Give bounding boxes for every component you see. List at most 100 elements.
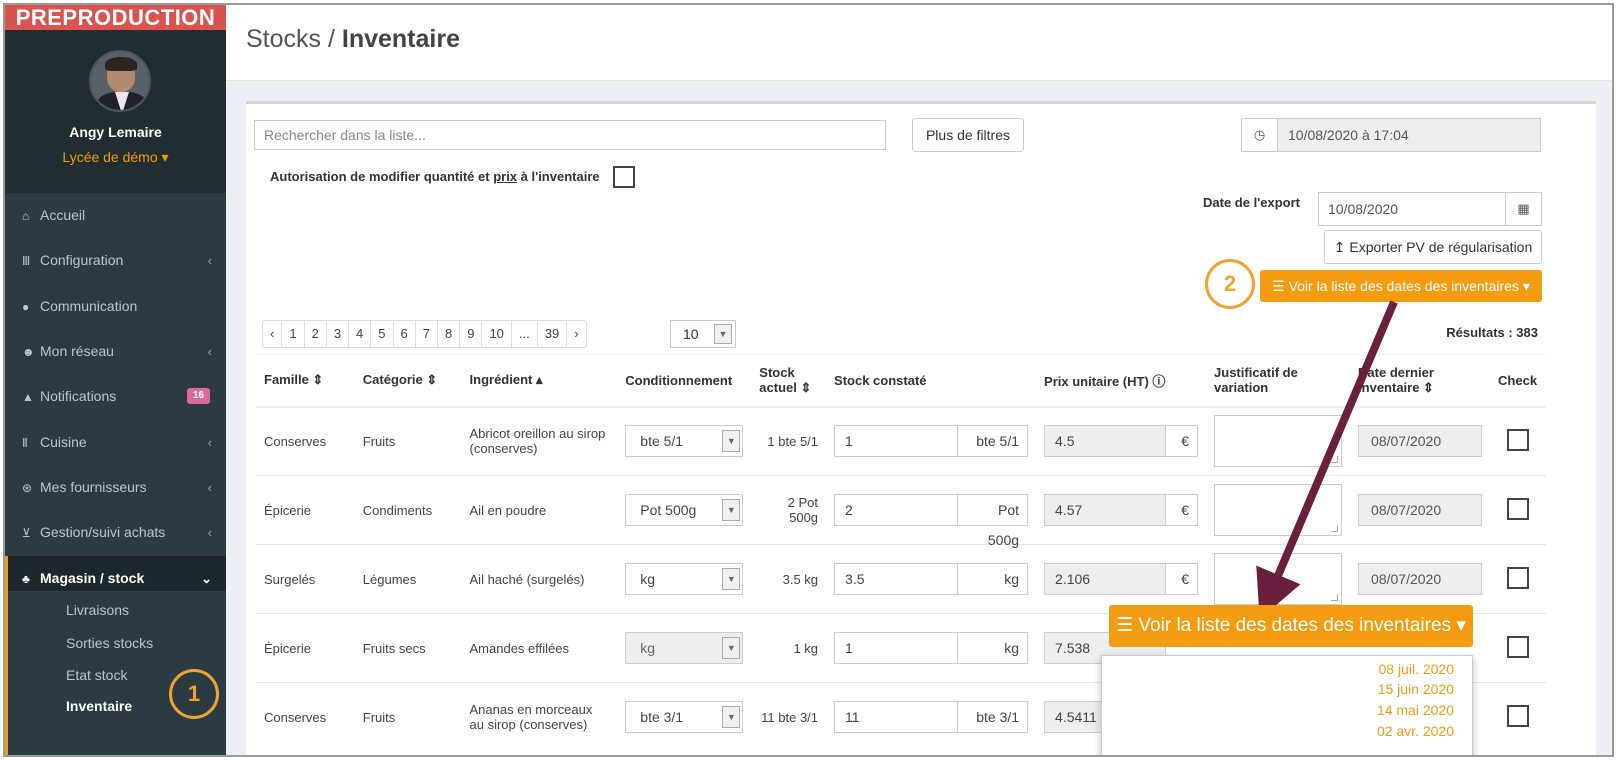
stock-constate-group: 1 bte 5/1 xyxy=(834,425,1029,458)
inventory-dates-label: Voir la liste des dates des inventaires xyxy=(1138,615,1452,636)
chevron-left-icon: ‹ xyxy=(207,344,212,359)
sidebar-item-label: Magasin / stock xyxy=(40,570,145,586)
prix-group: 4.57 € xyxy=(1044,494,1199,526)
clock-icon: ◷ xyxy=(1242,119,1278,151)
sidebar-item-cuisine[interactable]: Ⅱ Cuisine ‹ xyxy=(5,420,226,465)
cell-check xyxy=(1490,682,1546,752)
date-field: 08/07/2020 xyxy=(1358,494,1483,526)
conditionnement-select[interactable]: kg ▼ xyxy=(625,632,744,664)
stock-constate-input[interactable]: 11 xyxy=(834,701,959,734)
dropdown-date-item[interactable]: 15 juin 2020 xyxy=(1378,681,1454,697)
col-categorie[interactable]: Catégorie ⇕ xyxy=(354,354,462,408)
calendar-icon[interactable]: ▦ xyxy=(1505,193,1541,225)
dropdown-date-item[interactable]: 08 juil. 2020 xyxy=(1378,661,1454,677)
col-check: Check xyxy=(1490,354,1546,408)
sidebar-item-notifications[interactable]: ▲ Notifications 16 xyxy=(5,374,226,419)
page-prev[interactable]: ‹ xyxy=(263,321,283,347)
avatar[interactable] xyxy=(89,50,151,112)
auth-label: Autorisation de modifier quantité et pri… xyxy=(270,169,600,184)
unit-addon: kg xyxy=(958,563,1029,595)
row-checkbox[interactable] xyxy=(1507,635,1530,658)
col-date-inventaire[interactable]: Date dernier inventaire ⇕ xyxy=(1350,354,1491,408)
cart-icon: ⊻ xyxy=(22,526,31,540)
export-date-input[interactable]: 10/08/2020 ▦ xyxy=(1318,192,1542,226)
justificatif-textarea[interactable] xyxy=(1214,484,1343,536)
inventory-dates-button-zoomed[interactable]: ☰ Voir la liste des dates des inventaire… xyxy=(1109,605,1473,647)
cell-stock-actuel: 3.5 kg xyxy=(751,544,827,614)
col-famille[interactable]: Famille ⇕ xyxy=(256,354,355,408)
more-filters-button[interactable]: Plus de filtres xyxy=(912,118,1024,152)
stock-constate-input[interactable]: 1 xyxy=(834,425,959,458)
submenu-item-livraisons[interactable]: Livraisons xyxy=(66,595,129,625)
dropdown-date-item[interactable]: 14 mai 2020 xyxy=(1377,702,1454,718)
cell-check xyxy=(1490,406,1546,476)
stock-constate-input[interactable]: 1 xyxy=(834,632,959,664)
page-link[interactable]: 7 xyxy=(416,321,438,347)
page-link[interactable]: 1 xyxy=(282,321,305,347)
cell-date: 08/07/2020 xyxy=(1350,406,1491,476)
caret-down-icon: ▾ xyxy=(1451,615,1466,636)
cell-conditionnement: bte 3/1 ▼ xyxy=(617,682,752,752)
search-input[interactable]: Rechercher dans la liste... xyxy=(254,120,886,150)
justificatif-textarea[interactable] xyxy=(1214,553,1343,605)
stock-constate-input[interactable]: 3.5 xyxy=(834,563,959,595)
submenu-item-etat[interactable]: Etat stock xyxy=(66,660,127,690)
page-link[interactable]: 3 xyxy=(327,321,350,347)
unit-addon: bte 5/1 xyxy=(958,425,1029,458)
conditionnement-select[interactable]: bte 5/1 ▼ xyxy=(625,425,744,458)
environment-banner: PREPRODUCTION xyxy=(5,5,226,30)
page-size-select[interactable]: 10 ▼ xyxy=(670,320,736,348)
row-checkbox[interactable] xyxy=(1507,428,1530,451)
page-link[interactable]: 5 xyxy=(371,321,394,347)
cell-categorie: Légumes xyxy=(354,544,462,614)
inventory-dates-button[interactable]: ☰ Voir la liste des dates des inventaire… xyxy=(1260,270,1542,302)
sidebar-item-fournisseurs[interactable]: ⊛ Mes fournisseurs ‹ xyxy=(5,465,226,510)
page-link[interactable]: 10 xyxy=(482,321,512,347)
stock-constate-input[interactable]: 2 xyxy=(834,494,959,526)
page-next[interactable]: › xyxy=(567,321,585,347)
conditionnement-select[interactable]: kg ▼ xyxy=(625,563,744,595)
sidebar-item-achats[interactable]: ⊻ Gestion/suivi achats ‹ xyxy=(5,510,226,555)
currency-addon: € xyxy=(1166,494,1199,526)
date-field: 08/07/2020 xyxy=(1358,563,1483,595)
row-checkbox[interactable] xyxy=(1507,704,1530,727)
conditionnement-value: kg xyxy=(640,640,656,656)
conditionnement-select[interactable]: Pot 500g ▼ xyxy=(625,494,744,526)
cell-justificatif xyxy=(1206,544,1351,614)
export-pv-button[interactable]: ↥ Exporter PV de régularisation xyxy=(1324,230,1542,264)
submenu-item-inventaire[interactable]: Inventaire xyxy=(66,691,132,721)
page-link[interactable]: 2 xyxy=(305,321,327,347)
dropdown-date-item[interactable]: 02 avr. 2020 xyxy=(1377,723,1454,739)
page-link[interactable]: 9 xyxy=(460,321,483,347)
prix-input: 4.5 xyxy=(1044,425,1167,458)
justificatif-textarea[interactable] xyxy=(1214,415,1343,468)
submenu-item-sorties[interactable]: Sorties stocks xyxy=(66,628,153,658)
sidebar-item-communication[interactable]: ● Communication xyxy=(5,284,226,329)
page-link[interactable]: 4 xyxy=(349,321,372,347)
sidebar-item-accueil[interactable]: ⌂ Accueil xyxy=(5,193,226,238)
sidebar-item-label: Communication xyxy=(40,298,138,314)
col-stock-actuel[interactable]: Stock actuel ⇕ xyxy=(751,354,827,408)
cutlery-icon: Ⅱ xyxy=(22,436,28,450)
sidebar-item-reseau[interactable]: ☻ Mon réseau ‹ xyxy=(5,329,226,374)
cell-categorie: Fruits secs xyxy=(354,613,462,683)
chevron-down-icon: ▼ xyxy=(722,568,741,590)
page-link[interactable]: 39 xyxy=(538,321,568,347)
handshake-icon: ⊛ xyxy=(22,481,33,495)
cell-famille: Conserves xyxy=(256,682,355,752)
auth-checkbox[interactable] xyxy=(613,166,635,188)
content-header: Stocks / Inventaire xyxy=(226,5,1612,81)
export-pv-label: Exporter PV de régularisation xyxy=(1349,239,1533,255)
users-icon: ☻ xyxy=(22,345,35,359)
chevron-left-icon: ‹ xyxy=(207,435,212,450)
page-link[interactable]: 6 xyxy=(394,321,416,347)
school-selector[interactable]: Lycée de démo ▾ xyxy=(5,149,226,166)
sidebar-item-label: Cuisine xyxy=(40,434,87,450)
page-link[interactable]: 8 xyxy=(438,321,461,347)
prix-group: 2.106 € xyxy=(1044,563,1199,595)
row-checkbox[interactable] xyxy=(1507,497,1530,520)
col-ingredient[interactable]: Ingrédient ▴ xyxy=(461,354,618,408)
conditionnement-select[interactable]: bte 3/1 ▼ xyxy=(625,701,744,734)
row-checkbox[interactable] xyxy=(1507,566,1530,589)
sidebar-item-configuration[interactable]: Ⅲ Configuration ‹ xyxy=(5,238,226,283)
